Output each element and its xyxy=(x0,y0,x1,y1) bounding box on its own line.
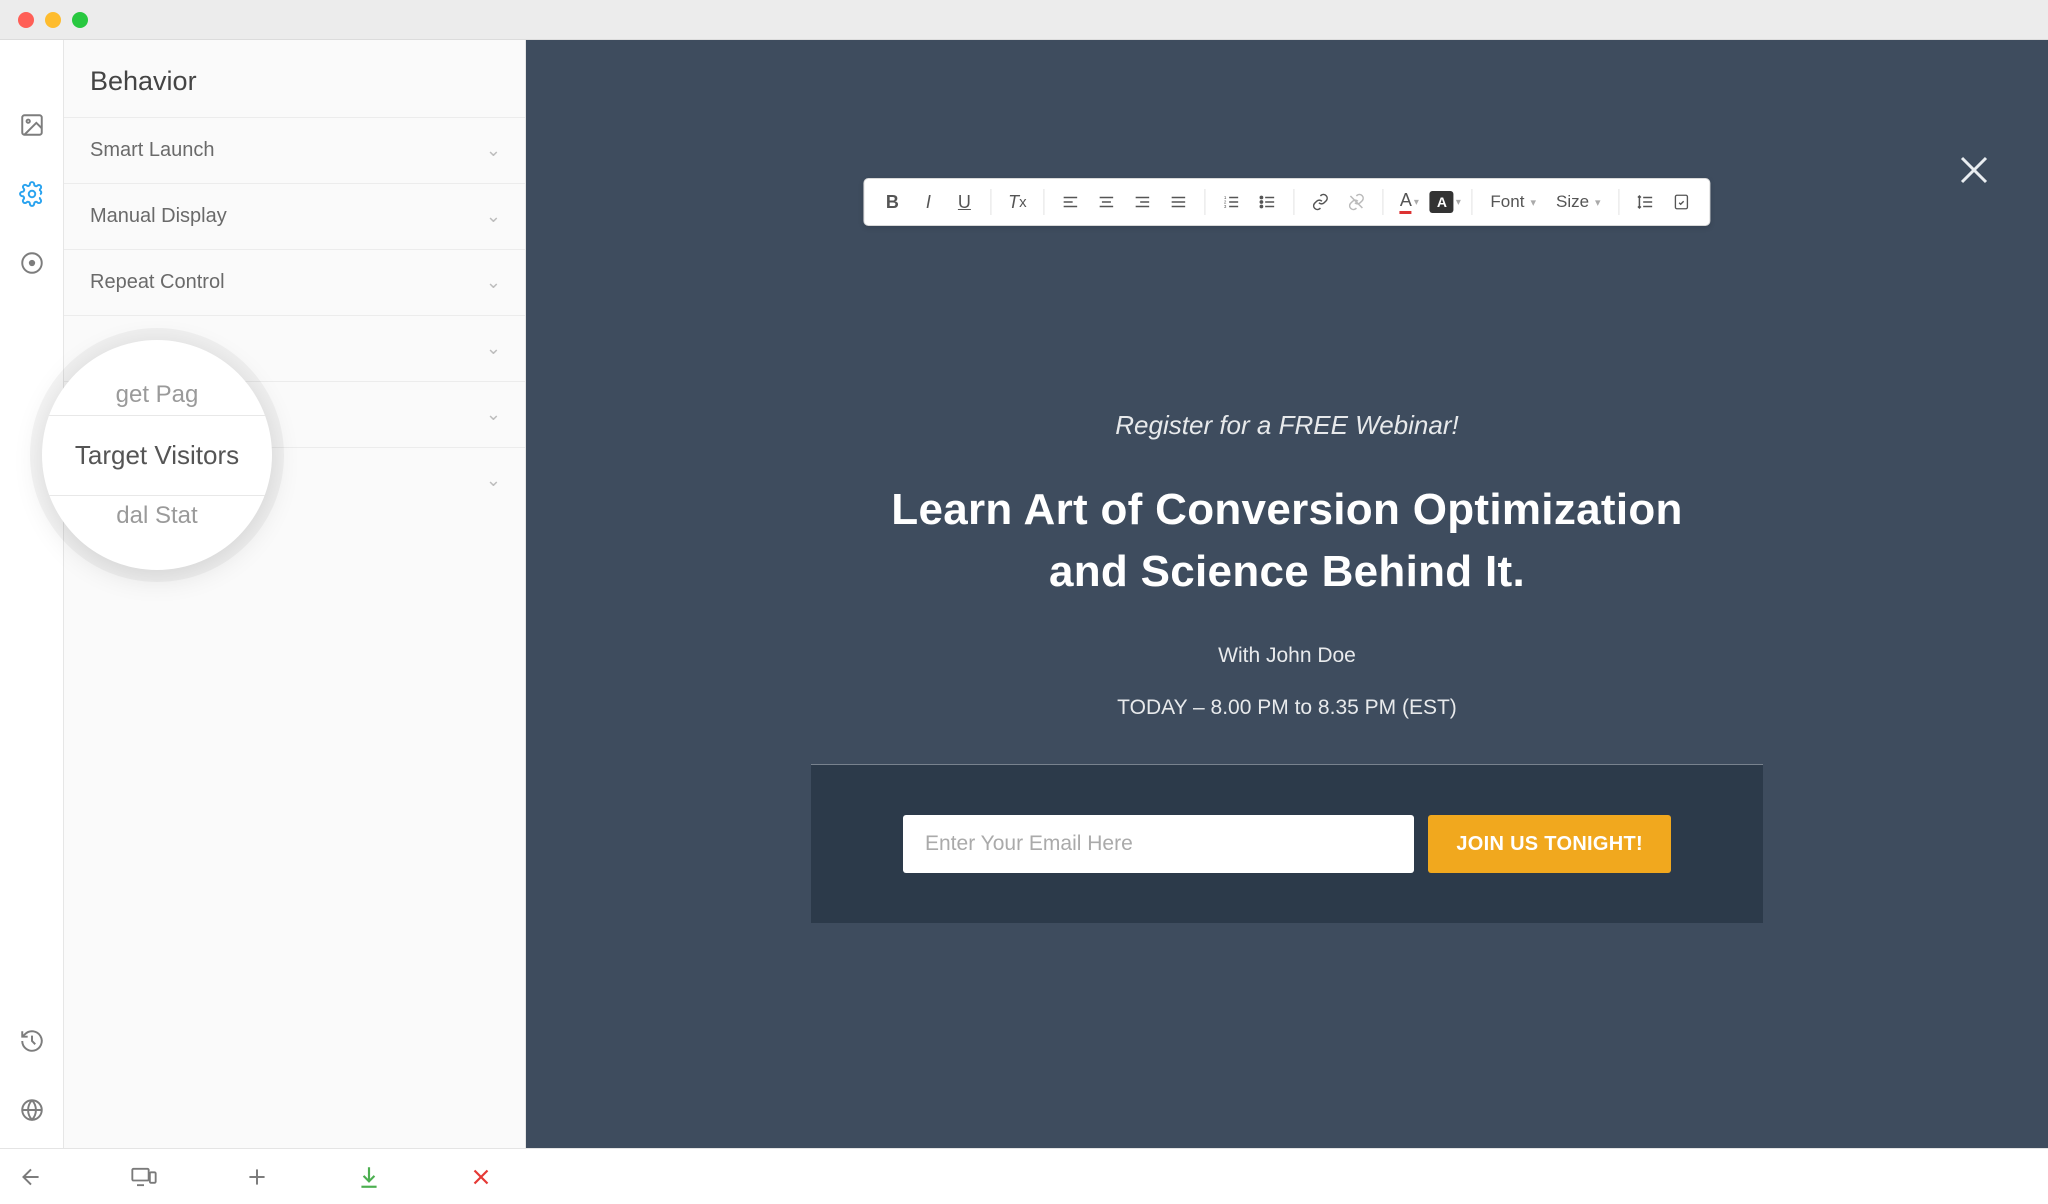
text-color-button[interactable]: A▾ xyxy=(1393,186,1425,218)
chevron-down-icon: ⌄ xyxy=(486,470,501,491)
merge-field-button[interactable] xyxy=(1666,186,1698,218)
sidebar-item-label: Manual Display xyxy=(90,205,227,228)
toolbar-separator xyxy=(1204,189,1205,215)
chevron-down-icon: ⌄ xyxy=(486,272,501,293)
line-height-button[interactable] xyxy=(1630,186,1662,218)
toolbar-separator xyxy=(1382,189,1383,215)
gear-icon[interactable] xyxy=(19,181,45,212)
modal-preview: Register for a FREE Webinar! Learn Art o… xyxy=(811,410,1763,1148)
sidebar-item-repeat-control[interactable]: Repeat Control ⌄ xyxy=(64,249,525,315)
clear-format-button[interactable]: Tx xyxy=(1001,186,1033,218)
target-icon[interactable] xyxy=(19,250,45,281)
back-button[interactable] xyxy=(18,1164,44,1190)
modal-form: JOIN US TONIGHT! xyxy=(811,764,1763,923)
app-body: Behavior Smart Launch ⌄ Manual Display ⌄… xyxy=(0,40,2048,1148)
background-color-button[interactable]: A▾ xyxy=(1429,186,1461,218)
toolbar-separator xyxy=(1619,189,1620,215)
link-button[interactable] xyxy=(1304,186,1336,218)
unlink-button[interactable] xyxy=(1340,186,1372,218)
size-dropdown-label: Size xyxy=(1556,192,1589,212)
modal-subheading[interactable]: Register for a FREE Webinar! xyxy=(811,410,1763,441)
unordered-list-button[interactable] xyxy=(1251,186,1283,218)
window-titlebar xyxy=(0,0,2048,40)
devices-button[interactable] xyxy=(130,1163,158,1191)
toolbar-separator xyxy=(1471,189,1472,215)
cancel-button[interactable] xyxy=(468,1164,494,1190)
chevron-down-icon: ⌄ xyxy=(486,404,501,425)
modal-timing[interactable]: TODAY – 8.00 PM to 8.35 PM (EST) xyxy=(811,696,1763,720)
svg-text:3: 3 xyxy=(1224,204,1227,209)
magnifier-bottom-fragment: dal Stat xyxy=(116,496,197,536)
ordered-list-button[interactable]: 123 xyxy=(1215,186,1247,218)
underline-button[interactable]: U xyxy=(948,186,980,218)
toolbar-separator xyxy=(990,189,991,215)
editor-canvas[interactable]: B I U Tx 123 xyxy=(526,40,2048,1148)
sidebar-item-manual-display[interactable]: Manual Display ⌄ xyxy=(64,183,525,249)
email-input[interactable] xyxy=(903,815,1414,873)
font-dropdown[interactable]: Font▾ xyxy=(1482,192,1544,212)
align-right-button[interactable] xyxy=(1126,186,1158,218)
bold-button[interactable]: B xyxy=(876,186,908,218)
window-zoom-dot[interactable] xyxy=(72,12,88,28)
modal-presenter[interactable]: With John Doe xyxy=(811,644,1763,668)
cta-button[interactable]: JOIN US TONIGHT! xyxy=(1428,815,1671,873)
italic-button[interactable]: I xyxy=(912,186,944,218)
font-dropdown-label: Font xyxy=(1490,192,1524,212)
sidebar-item-label: Repeat Control xyxy=(90,271,225,294)
toolbar-separator xyxy=(1293,189,1294,215)
align-justify-button[interactable] xyxy=(1162,186,1194,218)
magnifier-focus-text: Target Visitors xyxy=(42,415,272,496)
history-icon[interactable] xyxy=(19,1028,45,1059)
icon-rail xyxy=(0,40,64,1148)
close-icon[interactable] xyxy=(1950,146,1998,199)
align-left-button[interactable] xyxy=(1054,186,1086,218)
chevron-down-icon: ⌄ xyxy=(486,338,501,359)
add-button[interactable] xyxy=(244,1164,270,1190)
magnifier-top-fragment: get Pag xyxy=(116,375,199,415)
sidebar: Behavior Smart Launch ⌄ Manual Display ⌄… xyxy=(64,40,526,1148)
toolbar-separator xyxy=(1043,189,1044,215)
bottom-toolbar xyxy=(0,1148,2048,1204)
modal-heading[interactable]: Learn Art of Conversion Optimization and… xyxy=(811,479,1763,602)
chevron-down-icon: ⌄ xyxy=(486,206,501,227)
download-button[interactable] xyxy=(356,1164,382,1190)
image-icon[interactable] xyxy=(19,112,45,143)
modal-heading-line2: and Science Behind It. xyxy=(1049,547,1525,596)
sidebar-item-smart-launch[interactable]: Smart Launch ⌄ xyxy=(64,117,525,183)
window-minimize-dot[interactable] xyxy=(45,12,61,28)
modal-heading-line1: Learn Art of Conversion Optimization xyxy=(891,485,1682,534)
window-close-dot[interactable] xyxy=(18,12,34,28)
magnifier-overlay: get Pag Target Visitors dal Stat xyxy=(42,340,272,570)
globe-icon[interactable] xyxy=(19,1097,45,1128)
rich-text-toolbar: B I U Tx 123 xyxy=(863,178,1710,226)
sidebar-title: Behavior xyxy=(64,40,525,117)
sidebar-item-label: Smart Launch xyxy=(90,139,215,162)
size-dropdown[interactable]: Size▾ xyxy=(1548,192,1609,212)
align-center-button[interactable] xyxy=(1090,186,1122,218)
chevron-down-icon: ⌄ xyxy=(486,140,501,161)
